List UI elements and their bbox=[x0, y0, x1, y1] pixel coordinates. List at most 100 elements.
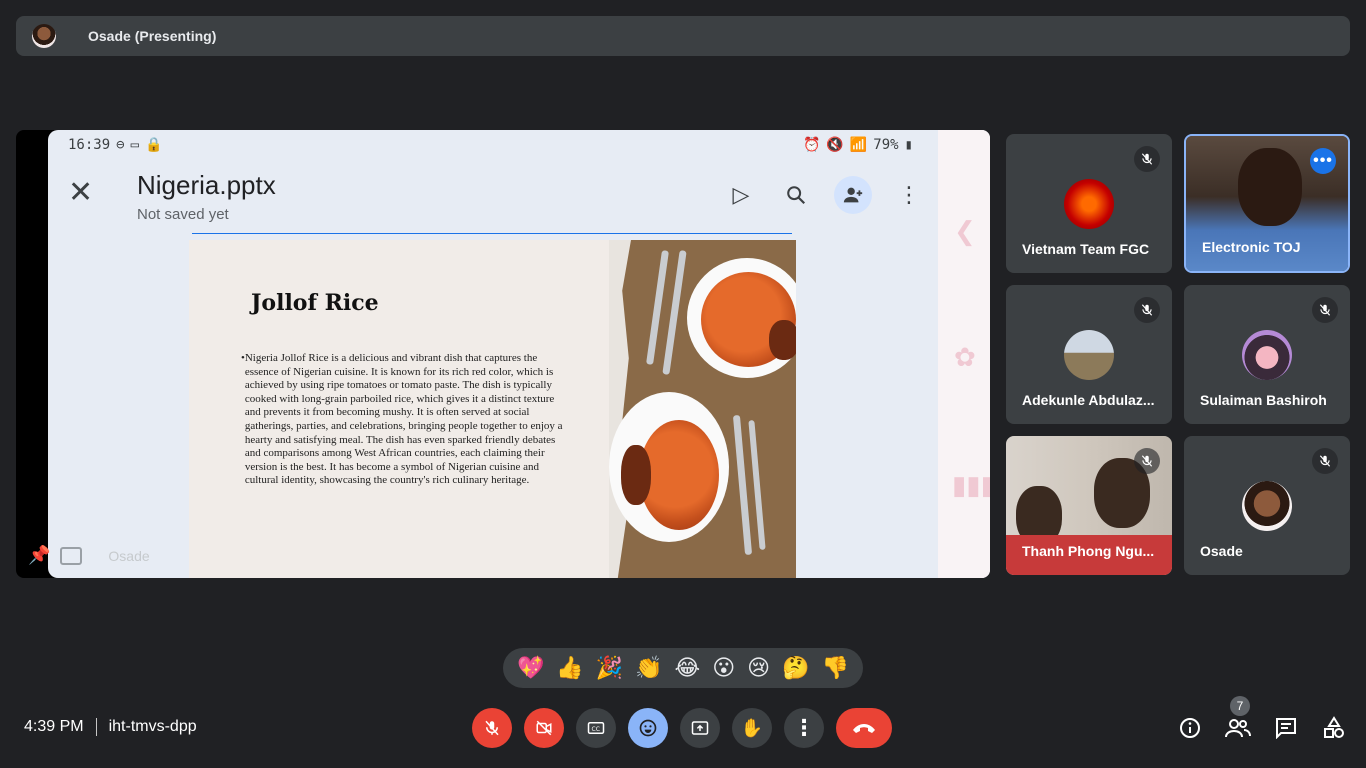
divider bbox=[95, 718, 97, 736]
more-vert-icon: ⋮ bbox=[898, 182, 920, 207]
presenter-title: Osade (Presenting) bbox=[88, 28, 217, 44]
participant-tile[interactable]: Thanh Phong Ngu... bbox=[1006, 436, 1172, 575]
participant-name: Osade bbox=[1200, 543, 1243, 559]
avatar bbox=[1064, 179, 1114, 229]
pin-icon[interactable]: 📌 bbox=[28, 545, 50, 566]
reactions-bar: 💖 👍 🎉 👏 😂 😮 😢 🤔 👎 bbox=[503, 648, 863, 688]
mic-off-icon bbox=[1134, 146, 1160, 172]
reaction-laugh[interactable]: 😂 bbox=[675, 657, 701, 679]
emoji-icon bbox=[639, 719, 657, 737]
participant-name: Sulaiman Bashiroh bbox=[1200, 392, 1327, 408]
stage-presenter-name: Osade bbox=[108, 547, 150, 564]
closed-captions-icon: CC bbox=[587, 722, 605, 734]
side-controls: 7 bbox=[1174, 696, 1350, 748]
participant-name: Adekunle Abdulaz... bbox=[1022, 392, 1155, 408]
mic-off-icon bbox=[485, 720, 499, 736]
reaction-surprised[interactable]: 😮 bbox=[712, 657, 735, 679]
participant-tile[interactable]: Vietnam Team FGC bbox=[1006, 134, 1172, 273]
meeting-details-button[interactable] bbox=[1174, 708, 1206, 748]
status-battery: 79% bbox=[873, 137, 899, 153]
slide-body: • Nigeria Jollof Rice is a delicious and… bbox=[241, 352, 571, 488]
captions-button[interactable]: CC bbox=[576, 708, 616, 748]
info-icon bbox=[1180, 718, 1200, 738]
participant-tile[interactable]: ••• Electronic TOJ bbox=[1184, 134, 1350, 273]
participant-face bbox=[1238, 148, 1302, 226]
doc-divider bbox=[192, 233, 792, 234]
share-person-icon bbox=[834, 176, 872, 214]
bars-icon: ▮▮▮ bbox=[952, 470, 990, 500]
mic-off-icon bbox=[1312, 448, 1338, 474]
reaction-party[interactable]: 🎉 bbox=[596, 657, 623, 679]
reaction-thumbs-up[interactable]: 👍 bbox=[556, 657, 583, 679]
status-time: 16:39 bbox=[68, 137, 111, 153]
document-header: ✕ Nigeria.pptx Not saved yet ▷ ⋮ bbox=[48, 160, 938, 230]
participant-tile[interactable]: Osade bbox=[1184, 436, 1350, 575]
activities-button[interactable] bbox=[1318, 708, 1350, 748]
videocam-off-icon bbox=[536, 720, 552, 736]
mic-off-icon bbox=[1134, 297, 1160, 323]
avatar bbox=[1242, 481, 1292, 531]
slide-body-text: Nigeria Jollof Rice is a delicious and v… bbox=[244, 352, 563, 487]
people-button[interactable]: 7 bbox=[1222, 696, 1254, 748]
call-end-icon bbox=[853, 724, 875, 733]
document-title: Nigeria.pptx bbox=[137, 170, 276, 200]
tile-layout-icon[interactable] bbox=[60, 546, 83, 565]
reaction-clap[interactable]: 👏 bbox=[635, 657, 662, 679]
more-options-button[interactable]: ⋮ bbox=[784, 708, 824, 748]
flower-icon: ✿ bbox=[954, 342, 976, 372]
more-vert-icon: ⋮ bbox=[793, 715, 815, 740]
slide-title: Jollof Rice bbox=[251, 290, 379, 316]
hand-icon: ✋ bbox=[740, 717, 764, 738]
presentation-stage[interactable]: 16:39 ⊖ ▭ 🔒 ⏰ 🔇 📶 79% ▮ ✕ Nigeria.pptx N… bbox=[16, 130, 990, 578]
participant-tile[interactable]: Adekunle Abdulaz... bbox=[1006, 285, 1172, 424]
present-screen-button[interactable] bbox=[680, 708, 720, 748]
leave-call-button[interactable] bbox=[836, 708, 892, 748]
silent-icon: 🔇 bbox=[826, 137, 844, 153]
wifi-icon: 📶 bbox=[849, 137, 868, 153]
participant-name: Vietnam Team FGC bbox=[1022, 241, 1150, 257]
reaction-thumbs-down[interactable]: 👎 bbox=[821, 657, 848, 679]
avatar bbox=[1242, 330, 1292, 380]
presenter-avatar bbox=[32, 24, 56, 48]
raise-hand-button[interactable]: ✋ bbox=[732, 708, 772, 748]
phone-status-bar: 16:39 ⊖ ▭ 🔒 ⏰ 🔇 📶 79% ▮ bbox=[68, 136, 913, 154]
mic-toggle-button[interactable] bbox=[472, 708, 512, 748]
participant-name: Electronic TOJ bbox=[1202, 239, 1301, 255]
svg-text:CC: CC bbox=[592, 726, 600, 733]
chat-button[interactable] bbox=[1270, 708, 1302, 748]
reactions-button[interactable] bbox=[628, 708, 668, 748]
chevron-left-icon: ❮ bbox=[954, 216, 976, 246]
search-icon bbox=[777, 176, 815, 214]
reaction-thinking[interactable]: 🤔 bbox=[782, 657, 809, 679]
phone-side-panel: ❮ ✿ ▮▮▮ bbox=[938, 130, 990, 578]
present-to-all-icon bbox=[691, 721, 709, 735]
camera-toggle-button[interactable] bbox=[524, 708, 564, 748]
dnd-icon: ⊖ bbox=[116, 137, 125, 153]
activities-icon bbox=[1324, 716, 1344, 738]
avatar bbox=[1064, 330, 1114, 380]
document-save-status: Not saved yet bbox=[137, 206, 229, 223]
people-icon bbox=[1225, 719, 1251, 738]
shared-phone-screen: 16:39 ⊖ ▭ 🔒 ⏰ 🔇 📶 79% ▮ ✕ Nigeria.pptx N… bbox=[48, 130, 990, 578]
lock-icon: 🔒 bbox=[145, 137, 163, 153]
mic-off-icon bbox=[1134, 448, 1160, 474]
battery-icon: ▮ bbox=[904, 137, 913, 153]
call-controls: CC ✋ ⋮ bbox=[472, 708, 892, 748]
play-icon: ▷ bbox=[732, 182, 750, 207]
slide: Jollof Rice • Nigeria Jollof Rice is a d… bbox=[189, 240, 796, 578]
more-options-icon[interactable]: ••• bbox=[1310, 148, 1336, 174]
stage-footer: 📌 Osade bbox=[28, 545, 150, 566]
participant-tile[interactable]: Sulaiman Bashiroh bbox=[1184, 285, 1350, 424]
reaction-heart[interactable]: 💖 bbox=[517, 657, 544, 679]
camera-icon: ▭ bbox=[130, 137, 140, 153]
participant-name: Thanh Phong Ngu... bbox=[1022, 543, 1155, 559]
meeting-code: iht-tmvs-dpp bbox=[108, 718, 197, 735]
chat-icon bbox=[1276, 718, 1296, 739]
reaction-sad[interactable]: 😢 bbox=[747, 657, 770, 679]
presenter-bar: Osade (Presenting) bbox=[16, 16, 1350, 56]
current-time: 4:39 PM bbox=[24, 718, 84, 735]
mic-off-icon bbox=[1312, 297, 1338, 323]
people-count-badge: 7 bbox=[1230, 696, 1250, 716]
jollof-rice-photo bbox=[609, 240, 796, 578]
alarm-icon: ⏰ bbox=[802, 137, 821, 153]
